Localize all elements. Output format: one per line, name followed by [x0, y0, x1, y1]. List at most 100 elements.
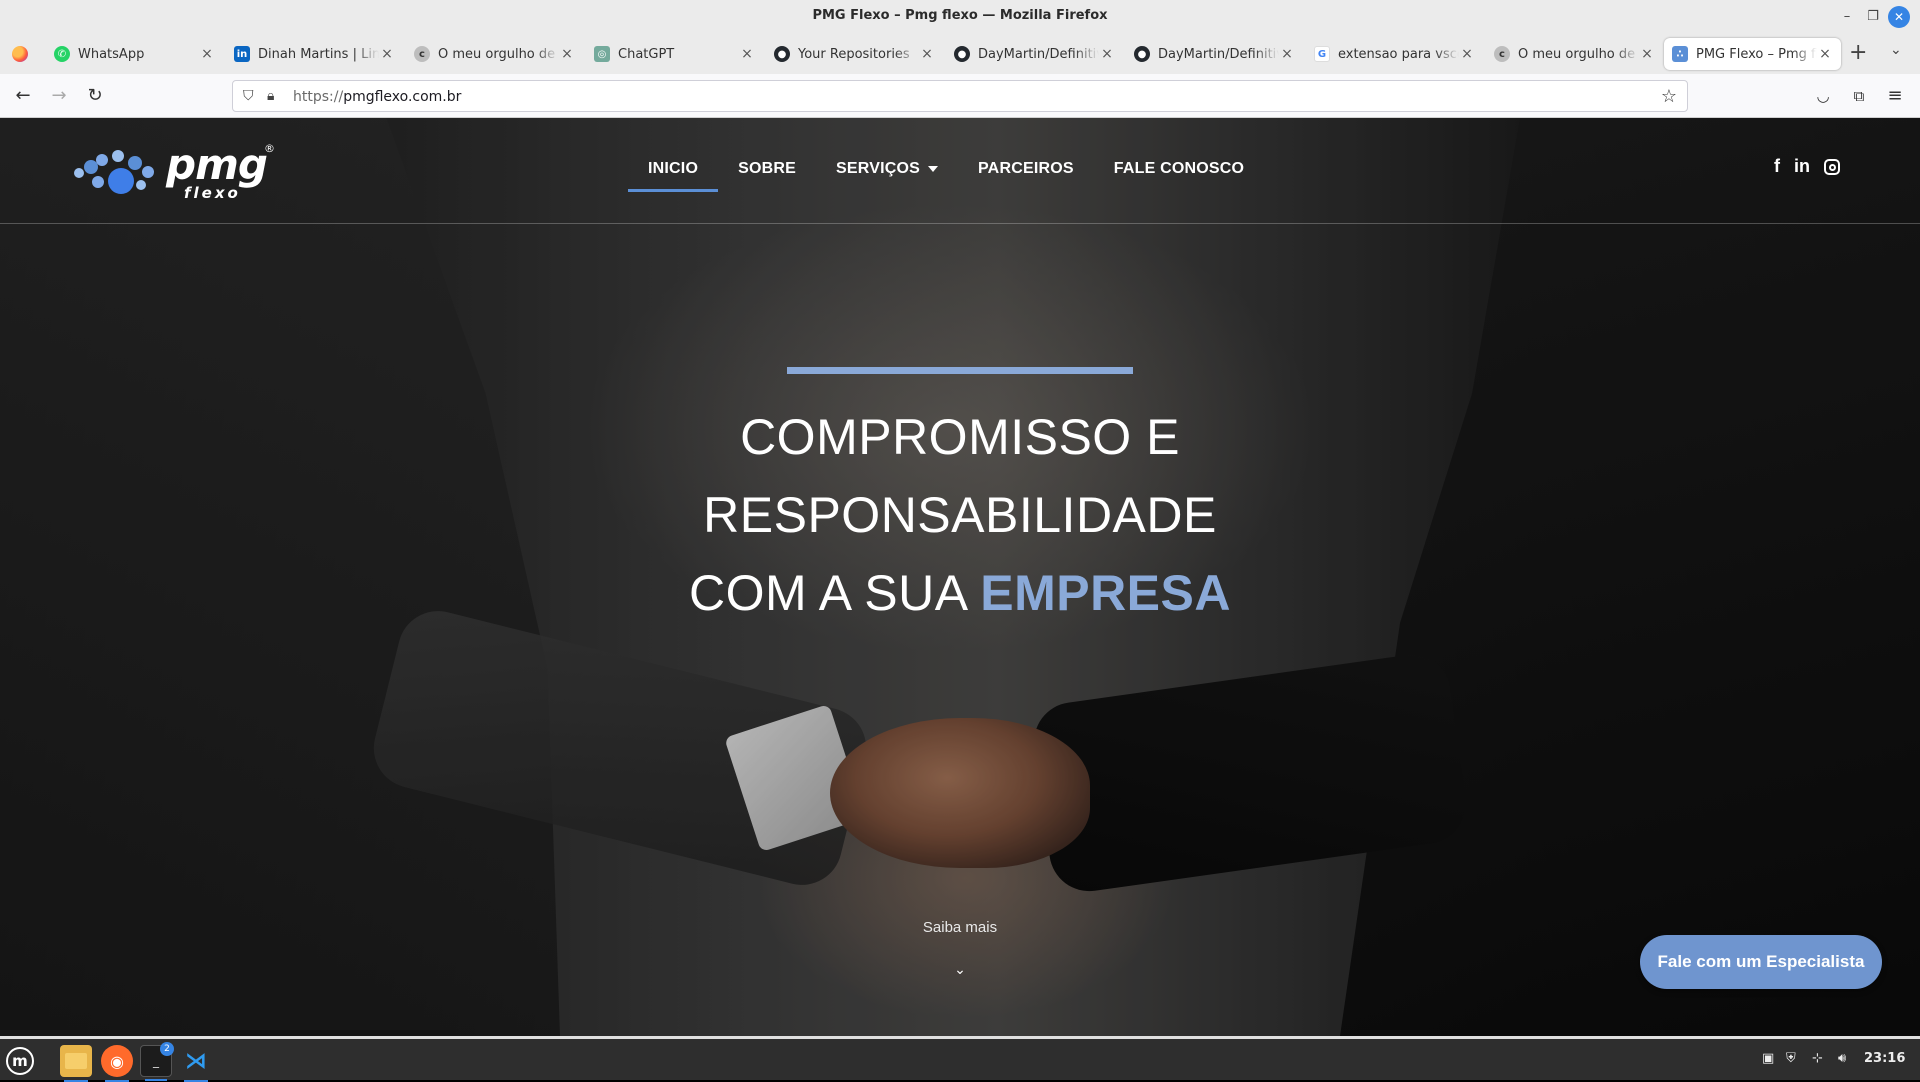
pmg-favicon-icon: ∴: [1672, 46, 1688, 62]
reload-icon[interactable]: ↻: [82, 84, 108, 108]
firefox-icon[interactable]: [12, 46, 28, 62]
tab-google-search[interactable]: G extensao para vscode ×: [1306, 38, 1483, 70]
generic-site-icon: c: [414, 46, 430, 62]
hero-accent-word: EMPRESA: [980, 565, 1231, 621]
terminal-icon[interactable]: _ 2: [140, 1042, 174, 1081]
close-tab-icon[interactable]: ×: [379, 46, 395, 62]
hero-line-3: COM A SUA EMPRESA: [0, 564, 1920, 622]
chatgpt-icon: ◎: [594, 46, 610, 62]
tab-label: DayMartin/Definitivo: [978, 46, 1099, 62]
new-tab-icon[interactable]: +: [1849, 42, 1867, 64]
navigation-toolbar: ← → ↻ ⛉ 🔒︎ https://pmgflexo.com.br ☆ ◡ ⧉…: [0, 74, 1920, 118]
pmg-flexo-logo[interactable]: pmg ® flexo: [74, 140, 284, 204]
logo-subtitle: flexo: [184, 184, 241, 202]
window-titlebar: PMG Flexo – Pmg flexo — Mozilla Firefox …: [0, 0, 1920, 34]
menu-item-parceiros[interactable]: PARCEIROS: [958, 156, 1094, 192]
logo-registered-mark: ®: [264, 142, 275, 155]
tab-chatgpt[interactable]: ◎ ChatGPT ×: [586, 38, 763, 70]
clipboard-icon[interactable]: ▣: [1762, 1051, 1774, 1066]
facebook-icon[interactable]: f: [1774, 156, 1780, 177]
logo-wordmark: pmg: [166, 140, 268, 189]
menu-item-inicio[interactable]: INICIO: [628, 156, 719, 192]
close-tab-icon[interactable]: ×: [739, 46, 755, 62]
restore-button[interactable]: ❐: [1862, 6, 1884, 28]
tab-orgulho-1[interactable]: c O meu orgulho de pertencer ×: [406, 38, 583, 70]
window-title: PMG Flexo – Pmg flexo — Mozilla Firefox: [812, 8, 1108, 23]
close-window-button[interactable]: ✕: [1888, 6, 1910, 28]
address-bar[interactable]: ⛉ 🔒︎ https://pmgflexo.com.br ☆: [232, 80, 1688, 112]
pocket-icon[interactable]: ◡: [1810, 84, 1836, 108]
firefox-taskbar-icon[interactable]: ◉: [101, 1045, 133, 1082]
hero-line-2: RESPONSABILIDADE: [703, 487, 1217, 543]
forward-icon[interactable]: →: [46, 84, 72, 108]
tab-daymartin-1[interactable]: ● DayMartin/Definitivo ×: [946, 38, 1123, 70]
mint-menu-icon[interactable]: m: [6, 1047, 34, 1075]
close-tab-icon[interactable]: ×: [1639, 46, 1655, 62]
system-taskbar: m ◉ _ 2 ⋊ ▣ ⛨ ⊹ 🔊︎ 23:16: [0, 1036, 1920, 1082]
tab-label: WhatsApp: [78, 46, 145, 62]
close-tab-icon[interactable]: ×: [1459, 46, 1475, 62]
tab-orgulho-2[interactable]: c O meu orgulho de pertencer ×: [1486, 38, 1663, 70]
close-tab-icon[interactable]: ×: [1099, 46, 1115, 62]
vscode-icon[interactable]: ⋊: [180, 1045, 212, 1082]
close-tab-icon[interactable]: ×: [1279, 46, 1295, 62]
list-all-tabs-icon[interactable]: ⌄: [1890, 42, 1902, 58]
close-tab-icon[interactable]: ×: [559, 46, 575, 62]
site-header: pmg ® flexo INICIO SOBRE SERVIÇOS PARCEI…: [0, 118, 1920, 224]
close-tab-icon[interactable]: ×: [199, 46, 215, 62]
menu-item-servicos[interactable]: SERVIÇOS: [816, 156, 958, 192]
menu-item-servicos-label: SERVIÇOS: [836, 160, 920, 177]
shield-icon[interactable]: ⛨: [1786, 1051, 1796, 1066]
social-links: f in: [1774, 156, 1840, 177]
tab-label: PMG Flexo – Pmg flexo: [1696, 46, 1817, 62]
tab-label: Your Repositories: [798, 46, 910, 62]
back-icon[interactable]: ←: [10, 84, 36, 108]
clock[interactable]: 23:16: [1864, 1051, 1905, 1066]
minimize-button[interactable]: –: [1836, 6, 1858, 28]
saiba-mais-link[interactable]: Saiba mais: [0, 919, 1920, 936]
volume-icon[interactable]: 🔊︎: [1838, 1051, 1846, 1066]
tab-label: extensao para vscode: [1338, 46, 1459, 62]
main-menu: INICIO SOBRE SERVIÇOS PARCEIROS FALE CON…: [628, 156, 1264, 192]
bookmark-star-icon[interactable]: ☆: [1661, 86, 1677, 107]
close-tab-icon[interactable]: ×: [1817, 46, 1833, 62]
google-icon: G: [1314, 46, 1330, 62]
menu-hamburger-icon[interactable]: ≡: [1882, 84, 1908, 108]
tab-daymartin-2[interactable]: ● DayMartin/Definitivo ×: [1126, 38, 1303, 70]
tab-label: ChatGPT: [618, 46, 675, 62]
tracking-shield-icon[interactable]: ⛉: [243, 88, 254, 104]
webpage: pmg ® flexo INICIO SOBRE SERVIÇOS PARCEI…: [0, 118, 1920, 1036]
close-tab-icon[interactable]: ×: [919, 46, 935, 62]
tab-pmg-flexo[interactable]: ∴ PMG Flexo – Pmg flexo ×: [1664, 38, 1841, 70]
github-icon: ●: [1134, 46, 1150, 62]
menu-item-sobre[interactable]: SOBRE: [718, 156, 816, 192]
caret-down-icon: [928, 165, 938, 172]
menu-item-fale-conosco[interactable]: FALE CONOSCO: [1094, 156, 1264, 192]
terminal-window-count-badge: 2: [160, 1042, 174, 1056]
hero-line-3-prefix: COM A SUA: [689, 565, 981, 621]
chevron-down-icon[interactable]: ⌄: [952, 962, 968, 978]
tab-bar: ✆ WhatsApp × in Dinah Martins | LinkedIn…: [0, 34, 1920, 74]
network-icon[interactable]: ⊹: [1812, 1051, 1823, 1066]
instagram-icon[interactable]: [1824, 158, 1840, 175]
github-icon: ●: [954, 46, 970, 62]
github-icon: ●: [774, 46, 790, 62]
fale-com-especialista-button[interactable]: Fale com um Especialista: [1640, 935, 1882, 989]
files-icon[interactable]: [60, 1045, 92, 1082]
lock-icon[interactable]: 🔒︎: [267, 88, 274, 104]
tab-whatsapp[interactable]: ✆ WhatsApp ×: [46, 38, 223, 70]
hero-accent-bar: [787, 367, 1133, 374]
linkedin-icon: in: [234, 46, 250, 62]
url-text[interactable]: https://pmgflexo.com.br: [293, 89, 461, 105]
tab-label: DayMartin/Definitivo: [1158, 46, 1279, 62]
tab-label: Dinah Martins | LinkedIn: [258, 46, 379, 62]
extensions-icon[interactable]: ⧉: [1846, 84, 1872, 108]
whatsapp-icon: ✆: [54, 46, 70, 62]
linkedin-icon[interactable]: in: [1794, 156, 1810, 177]
logo-dots-icon: [74, 148, 164, 200]
tab-linkedin[interactable]: in Dinah Martins | LinkedIn ×: [226, 38, 403, 70]
tab-label: O meu orgulho de pertencer: [1518, 46, 1639, 62]
tab-label: O meu orgulho de pertencer: [438, 46, 559, 62]
hero-line-1: COMPROMISSO E: [740, 409, 1180, 465]
tab-repositories[interactable]: ● Your Repositories ×: [766, 38, 943, 70]
